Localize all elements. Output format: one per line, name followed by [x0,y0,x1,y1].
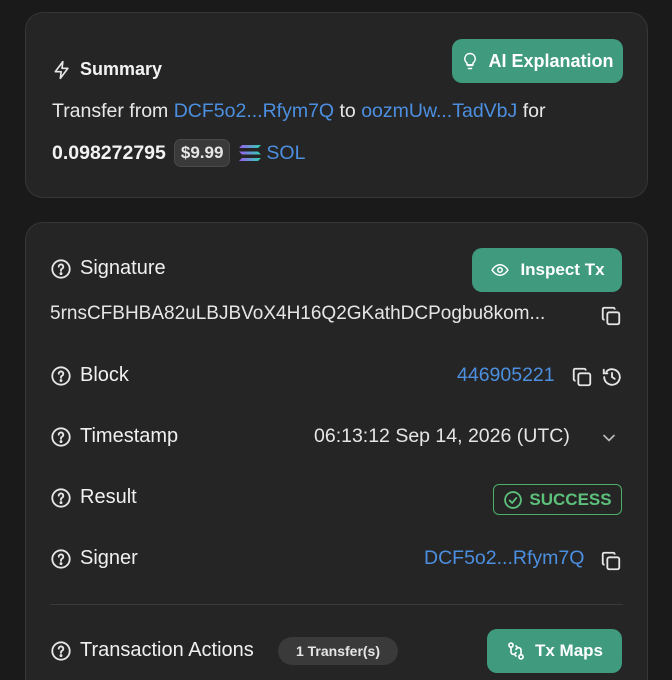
usd-value-badge: $9.99 [173,139,231,167]
transfer-description: Transfer from DCF5o2...Rfym7Q to oozmUw.… [52,100,545,123]
timestamp-label-group: Timestamp [50,425,178,448]
from-address-link[interactable]: DCF5o2...Rfym7Q [174,100,334,122]
timestamp-value: 06:13:12 Sep 14, 2026 (UTC) [314,425,570,447]
signature-value: 5rnsCFBHBA82uLBJBVoX4H16Q2GKathDCPogbu8k… [50,303,546,324]
signature-label: Signature [80,257,166,279]
check-circle-icon [503,490,523,510]
section-divider [50,604,623,605]
transfer-amount-line: 0.098272795 $9.99 SOL [52,139,305,167]
help-circle-icon[interactable] [50,426,72,448]
to-word: to [339,100,356,122]
summary-header: Summary [52,59,162,80]
chevron-down-icon[interactable] [599,428,619,448]
block-number-link[interactable]: 446905221 [457,364,555,387]
token-link[interactable]: SOL [266,142,305,165]
summary-card: Summary AI Explanation Transfer from DCF… [25,12,648,198]
help-circle-icon[interactable] [50,548,72,570]
copy-block-icon[interactable] [571,366,593,388]
status-text: SUCCESS [529,489,612,509]
help-circle-icon[interactable] [50,258,72,280]
eye-icon [489,261,511,279]
history-icon[interactable] [601,366,623,388]
ai-explanation-button[interactable]: AI Explanation [452,39,623,83]
help-circle-icon[interactable] [50,365,72,387]
transaction-details-card: Signature Inspect Tx 5rnsCFBHBA82uLBJBVo… [25,222,648,680]
help-circle-icon[interactable] [50,487,72,509]
transfer-amount: 0.098272795 [52,141,166,164]
to-address-link[interactable]: oozmUw...TadVbJ [361,100,517,122]
signature-label-group: Signature [50,257,166,280]
lightning-icon [52,60,72,80]
status-badge: SUCCESS [493,484,622,515]
signer-address-link[interactable]: DCF5o2...Rfym7Q [424,547,584,570]
summary-title: Summary [80,59,163,79]
block-label: Block [80,364,129,386]
actions-label-group: Transaction Actions [50,639,254,662]
tx-maps-label: Tx Maps [534,641,604,660]
lightbulb-icon [461,50,479,72]
signer-label-group: Signer [50,547,138,570]
result-label-group: Result [50,486,137,509]
route-icon [506,641,526,661]
transaction-actions-label: Transaction Actions [80,639,254,661]
block-label-group: Block [50,364,129,387]
transfer-prefix: Transfer from [52,100,169,122]
timestamp-label: Timestamp [80,425,179,447]
help-circle-icon[interactable] [50,640,72,662]
transfer-count-badge: 1 Transfer(s) [278,637,398,665]
ai-explanation-label: AI Explanation [488,50,614,71]
tx-maps-button[interactable]: Tx Maps [487,629,622,673]
result-label: Result [80,486,137,508]
inspect-tx-button[interactable]: Inspect Tx [472,248,622,292]
for-word: for [522,100,546,122]
solana-logo [238,143,262,163]
inspect-tx-label: Inspect Tx [520,260,605,279]
copy-signature-icon[interactable] [600,305,622,327]
copy-signer-icon[interactable] [600,550,622,572]
signer-label: Signer [80,547,138,569]
